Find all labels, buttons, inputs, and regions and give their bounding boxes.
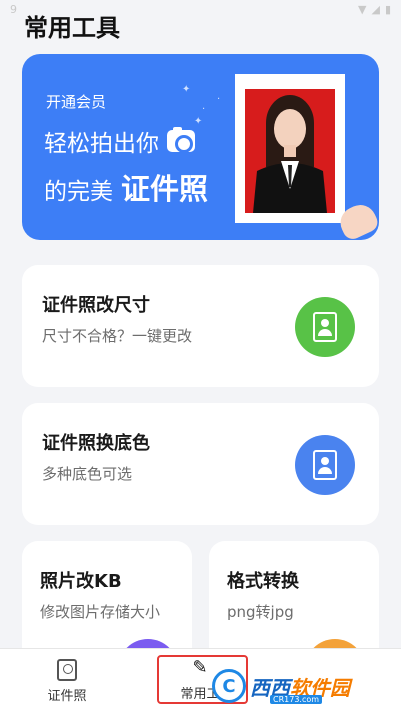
tool-title: 格式转换 [227,571,299,592]
nav-item-id-photo[interactable]: 证件照 [44,659,90,704]
tool-title: 证件照改尺寸 [42,295,150,316]
camera-icon [167,127,195,153]
watermark-sub: CR173.com [270,695,323,704]
status-time: 9 [10,2,17,16]
tool-subtitle: png转jpg [227,603,294,621]
sparkle-icon: · [217,94,221,105]
status-icons: ▼ ◢ ▮ [358,3,391,16]
tool-subtitle: 修改图片存储大小 [40,603,161,621]
portrait-illustration [253,95,327,213]
banner-vip-label: 开通会员 [46,93,107,111]
watermark-logo: C [212,669,246,703]
tool-title: 证件照换底色 [42,433,150,454]
sparkle-icon: ✦ [194,116,203,127]
tool-card-resize[interactable]: 证件照改尺寸 尺寸不合格？一键更改 [22,265,379,387]
banner-headline-1: 轻松拍出你 [44,124,195,158]
sparkle-icon: · [202,104,206,115]
banner-line1-text: 轻松拍出你 [44,131,159,157]
vip-banner[interactable]: ✦ · ✦ · 开通会员 轻松拍出你 的完美 证件照 [22,54,379,240]
page-title: 常用工具 [24,14,120,42]
sample-photo-frame [235,74,345,223]
signal-icon: ◢ [371,2,380,16]
banner-line2-strong: 证件照 [121,172,209,206]
wifi-icon: ▼ [358,2,367,16]
tool-subtitle: 尺寸不合格？一键更改 [42,327,193,345]
nav-label: 证件照 [47,689,87,704]
sparkle-icon: ✦ [182,84,191,95]
battery-icon: ▮ [384,2,391,16]
banner-line2-prefix: 的完美 [44,179,113,205]
sample-id-photo [245,89,335,213]
banner-headline-2: 的完美 证件照 [44,166,208,208]
tool-subtitle: 多种底色可选 [42,465,133,483]
id-photo-icon [295,297,355,357]
tool-card-background[interactable]: 证件照换底色 多种底色可选 [22,403,379,525]
id-photo-icon [295,435,355,495]
id-card-icon [57,659,77,681]
tool-title: 照片改KB [40,571,122,592]
